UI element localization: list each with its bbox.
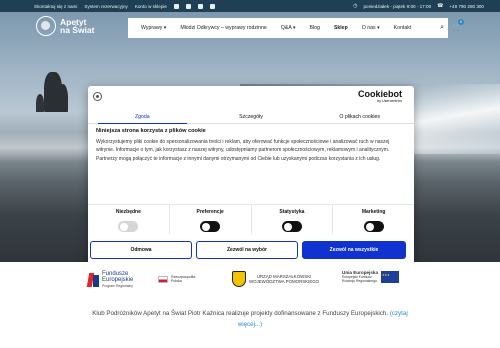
main-navigation: Wyprawy ▾ Młodzi Odkrywcy – wyprawy rodz… — [128, 18, 448, 38]
contact-link[interactable]: Skontaktuj się z nami — [34, 4, 77, 9]
cookiebot-sub: by Usercentrics — [377, 99, 402, 103]
nav-item-contact[interactable]: Kontakt — [387, 25, 419, 31]
toggle-label-marketing: Marketing — [361, 209, 386, 215]
cookie-tabs: Zgoda Szczegóły O plikach cookies — [88, 112, 414, 124]
statistics-toggle[interactable] — [281, 221, 302, 232]
nav-item-about[interactable]: O nas ▾ — [355, 25, 387, 31]
sea-stack — [36, 94, 44, 112]
nav-item-trips[interactable]: Wyprawy ▾ — [134, 25, 173, 31]
cart-count-badge: 0 — [458, 19, 464, 25]
pomorskie-office-logo[interactable]: URZĄD MARSZAŁKOWSKI WOJEWÓDZTWA POMORSKI… — [232, 271, 319, 287]
funding-notice: Klub Podróżników Apetyt na Świat Piotr K… — [0, 308, 500, 330]
cookie-shield-icon[interactable] — [93, 92, 102, 101]
ue-line-2: Rozwoju Regionalnego — [342, 279, 377, 283]
booking-system-link[interactable]: System rezerwacyjny — [84, 4, 127, 9]
poland-flag-icon — [158, 275, 168, 283]
necessary-toggle — [118, 221, 139, 232]
logo-line-2: na Świat — [60, 25, 95, 35]
globe-icon — [36, 16, 56, 36]
nav-item-young-explorers[interactable]: Młodzi Odkrywcy – wyprawy rodzinne — [173, 25, 274, 31]
cookiebot-brand: Cookiebot — [358, 89, 402, 99]
tab-details[interactable]: Szczegóły — [197, 112, 306, 123]
tab-consent[interactable]: Zgoda — [88, 112, 197, 124]
woj-line-2: WOJEWÓDZTWA POMORSKIEGO — [249, 279, 320, 284]
deny-button[interactable]: Odmowa — [90, 241, 192, 259]
facebook-icon[interactable] — [174, 3, 179, 9]
pl-line-2: Polska — [171, 279, 182, 284]
nav-item-blog[interactable]: Blog — [303, 25, 327, 31]
toggle-label-necessary: Niezbędne — [115, 209, 141, 215]
youtube-icon[interactable] — [186, 3, 191, 9]
european-union-logo[interactable]: Unia Europejska Europejski Fundusz Rozwo… — [342, 270, 399, 283]
phone-number[interactable]: +48 790 280 300 — [449, 4, 484, 9]
eu-flag-icon — [381, 271, 399, 283]
mail-icon[interactable] — [210, 3, 215, 9]
shop-account-link[interactable]: Konto w sklepie — [135, 4, 167, 9]
read-more-link-2[interactable]: więcej...) — [238, 321, 262, 328]
cookie-heading: Niniejsza strona korzysta z plików cooki… — [96, 128, 206, 134]
tab-about-cookies[interactable]: O plikach cookies — [305, 112, 414, 123]
toggle-label-preferences: Preferencje — [196, 209, 224, 215]
top-bar: Skontaktuj się z nami System rezerwacyjn… — [0, 0, 500, 12]
instagram-icon[interactable] — [198, 3, 203, 9]
toggle-label-statistics: Statystyka — [279, 209, 305, 215]
european-funds-logo[interactable]: Fundusze Europejskie Program Regionalny — [88, 271, 133, 289]
marketing-toggle[interactable] — [363, 221, 384, 232]
nav-item-shop[interactable]: Sklep — [327, 25, 355, 31]
clock-icon: ◷ — [353, 3, 358, 9]
european-funds-mark-icon — [88, 273, 99, 287]
site-logo[interactable]: Apetyt na Świat — [36, 16, 94, 36]
sea-stack — [58, 84, 68, 112]
cookie-category-toggles: Niezbędne Preferencje Statystyka Marketi… — [88, 204, 414, 234]
cookie-consent-dialog: Cookiebot by Usercentrics Zgoda Szczegół… — [88, 86, 414, 266]
opening-hours: poniedziałek - piątek 9:00 - 17:00 — [363, 3, 432, 9]
funding-notice-text: Klub Podróżników Apetyt na Świat Piotr K… — [92, 310, 389, 317]
preferences-toggle[interactable] — [200, 221, 221, 232]
phone-icon: ☎ — [437, 3, 444, 9]
cookiebot-logo: Cookiebot by Usercentrics — [358, 89, 402, 104]
eu-funding-logos: Fundusze Europejskie Program Regionalny … — [0, 262, 500, 302]
read-more-link-1[interactable]: (czytaj — [390, 310, 408, 317]
poland-logo[interactable]: Rzeczpospolita Polska — [158, 275, 195, 284]
allow-selection-button[interactable]: Zezwól na wybór — [196, 241, 298, 259]
cookie-body-text: Wykorzystujemy pliki cookie do spersonal… — [96, 139, 390, 162]
search-icon[interactable]: ⌕ — [436, 24, 448, 32]
fe-subtitle: Program Regionalny — [102, 284, 133, 288]
griffin-crest-icon — [232, 271, 246, 287]
allow-all-button[interactable]: Zezwól na wszystkie — [302, 241, 406, 259]
nav-item-qa[interactable]: Q&A ▾ — [274, 25, 303, 31]
cart-icon[interactable]: 🛒 0 — [452, 19, 464, 34]
